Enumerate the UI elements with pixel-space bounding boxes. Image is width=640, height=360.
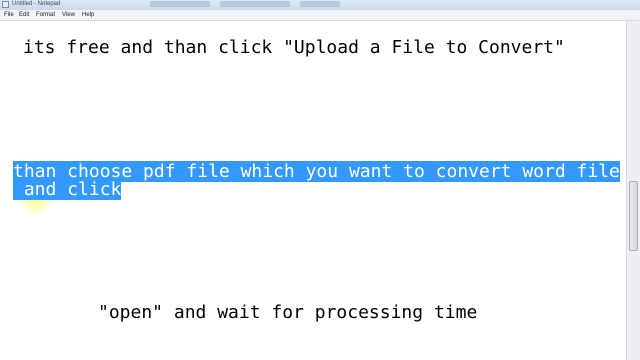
tab-ghost [150,1,210,7]
vertical-scrollbar[interactable] [626,21,640,360]
menu-edit[interactable]: Edit [19,10,29,20]
notepad-icon [2,1,9,8]
menu-view[interactable]: View [62,10,75,20]
scrollbar-thumb[interactable] [629,181,638,251]
text-line: its free and than click "Upload a File t… [23,37,565,58]
menu-file[interactable]: File [4,10,14,20]
text-editor[interactable]: its free and than click "Upload a File t… [0,21,626,360]
tab-ghost [220,1,290,7]
menu-format[interactable]: Format [36,10,55,20]
window-title: Untitled - Notepad [12,1,61,7]
selected-text: and click [13,179,122,200]
text-line: and click [13,179,122,200]
menu-help[interactable]: Help [82,10,94,20]
tab-ghost [300,1,340,7]
menu-bar: File Edit Format View Help [0,10,640,21]
text-line: "open" and wait for processing time [98,302,478,323]
